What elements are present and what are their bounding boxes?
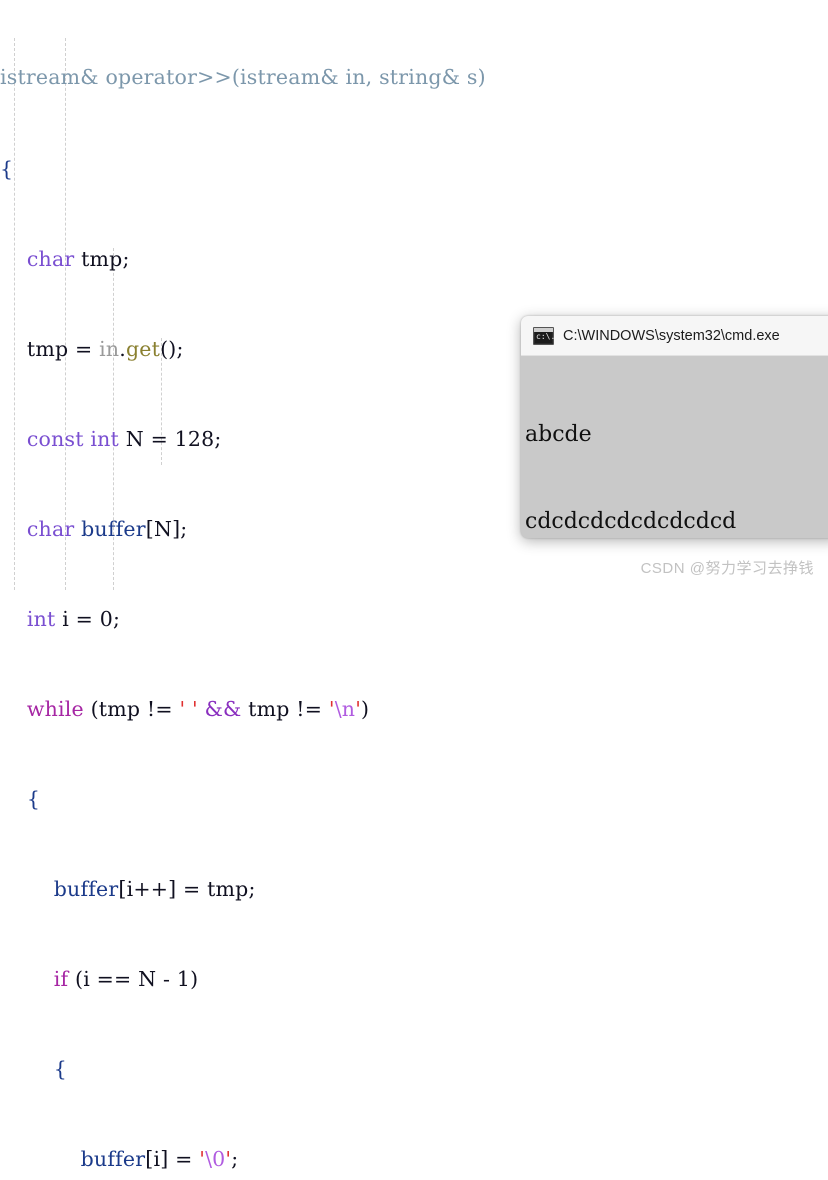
- code-line: tmp = in.get();: [26, 337, 184, 361]
- code-line: while (tmp != ' ' && tmp != '\n'): [26, 697, 370, 721]
- cmd-output-area[interactable]: abcde cdcdcdcdcdcdcdcd abcde cdcdcdcdcdc…: [521, 356, 828, 538]
- code-line: if (i == N - 1): [53, 967, 199, 991]
- cmd-console-window[interactable]: C:\WINDOWS\system32\cmd.exe abcde cdcdcd…: [521, 316, 828, 538]
- code-line: buffer[i] = '\0';: [80, 1147, 239, 1171]
- code-line: const int N = 128;: [26, 427, 222, 451]
- code-line: {: [26, 787, 41, 811]
- code-line: char tmp;: [26, 247, 130, 271]
- code-text[interactable]: istream& operator>>(istream& in, string&…: [0, 0, 486, 1180]
- csdn-watermark: CSDN @努力学习去挣钱: [640, 560, 814, 577]
- code-line: {: [0, 157, 14, 181]
- code-line: {: [53, 1057, 67, 1081]
- cmd-output-line: cdcdcdcdcdcdcdcd: [525, 509, 737, 534]
- code-line: char buffer[N];: [26, 517, 188, 541]
- cmd-title-bar[interactable]: C:\WINDOWS\system32\cmd.exe: [521, 316, 828, 356]
- code-line: istream& operator>>(istream& in, string&…: [0, 65, 486, 89]
- code-line: int i = 0;: [26, 607, 121, 631]
- cmd-icon: [533, 326, 555, 345]
- cmd-output-line: abcde: [525, 422, 592, 447]
- cmd-title-text: C:\WINDOWS\system32\cmd.exe: [563, 327, 780, 344]
- code-line: buffer[i++] = tmp;: [53, 877, 256, 901]
